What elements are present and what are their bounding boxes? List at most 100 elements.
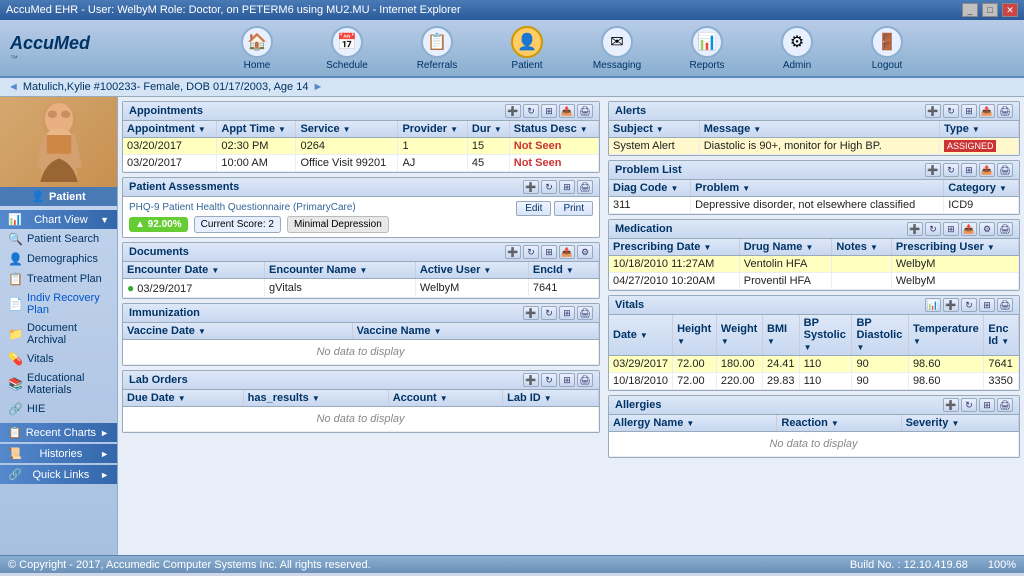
sidebar-item-educational-materials[interactable]: 📚 Educational Materials <box>0 369 117 399</box>
print-button[interactable]: Print <box>554 201 593 216</box>
immun-add-icon[interactable]: ➕ <box>523 306 539 320</box>
med-col-drug[interactable]: Drug Name ▼ <box>739 239 832 256</box>
prob-grid-icon[interactable]: ⊞ <box>961 163 977 177</box>
immun-grid-icon[interactable]: ⊞ <box>559 306 575 320</box>
prob-export-icon[interactable]: 📤 <box>979 163 995 177</box>
appointments-add-icon[interactable]: ➕ <box>505 104 521 118</box>
med-add-icon[interactable]: ➕ <box>907 222 923 236</box>
vitals-col-date[interactable]: Date ▼ <box>609 315 673 356</box>
table-row[interactable]: System Alert Diastolic is 90+, monitor f… <box>609 138 1019 155</box>
lab-col-account[interactable]: Account ▼ <box>388 390 502 407</box>
documents-grid-icon[interactable]: ⊞ <box>541 245 557 259</box>
edit-button[interactable]: Edit <box>516 201 551 216</box>
alert-col-type[interactable]: Type ▼ <box>939 121 1018 138</box>
prob-col-category[interactable]: Category ▼ <box>944 180 1019 197</box>
vitals-col-bps[interactable]: BP Systolic ▼ <box>799 315 852 356</box>
nav-item-reports[interactable]: 📊 Reports <box>672 26 742 71</box>
prob-col-problem[interactable]: Problem ▼ <box>691 180 944 197</box>
vitals-chart-icon[interactable]: 📊 <box>925 298 941 312</box>
immun-print-icon[interactable]: 🖨 <box>577 306 593 320</box>
assessments-print-icon[interactable]: 🖨 <box>577 180 593 194</box>
vitals-col-bpd[interactable]: BP Diastolic ▼ <box>852 315 908 356</box>
appt-col-service[interactable]: Service ▼ <box>296 121 398 138</box>
histories-header[interactable]: 📜 Histories ► <box>0 444 117 463</box>
table-row[interactable]: 03/20/2017 10:00 AM Office Visit 99201 A… <box>123 155 599 172</box>
nav-item-logout[interactable]: 🚪 Logout <box>852 26 922 71</box>
immun-col-name[interactable]: Vaccine Name ▼ <box>352 323 598 340</box>
documents-add-icon[interactable]: ➕ <box>505 245 521 259</box>
allergy-refresh-icon[interactable]: ↻ <box>961 398 977 412</box>
nav-item-schedule[interactable]: 📅 Schedule <box>312 26 382 71</box>
sidebar-item-indiv-recovery-plan[interactable]: 📄 Indiv Recovery Plan <box>0 289 117 319</box>
appointments-refresh-icon[interactable]: ↻ <box>523 104 539 118</box>
assessments-grid-icon[interactable]: ⊞ <box>559 180 575 194</box>
doc-col-date[interactable]: Encounter Date ▼ <box>123 262 265 279</box>
vitals-col-temp[interactable]: Temperature ▼ <box>908 315 983 356</box>
quick-links-header[interactable]: 🔗 Quick Links ► <box>0 465 117 484</box>
nav-arrow-left[interactable]: ◄ <box>8 81 19 93</box>
appt-col-time[interactable]: Appt Time ▼ <box>217 121 296 138</box>
med-refresh-icon[interactable]: ↻ <box>925 222 941 236</box>
recent-charts-header[interactable]: 📋 Recent Charts ► <box>0 423 117 442</box>
lab-col-due[interactable]: Due Date ▼ <box>123 390 243 407</box>
vitals-add-icon[interactable]: ➕ <box>943 298 959 312</box>
med-extra-icon[interactable]: ⚙ <box>979 222 995 236</box>
appointments-grid-icon[interactable]: ⊞ <box>541 104 557 118</box>
lab-print-icon[interactable]: 🖨 <box>577 373 593 387</box>
lab-col-id[interactable]: Lab ID ▼ <box>503 390 599 407</box>
vitals-col-bmi[interactable]: BMI ▼ <box>762 315 799 356</box>
sidebar-item-treatment-plan[interactable]: 📋 Treatment Plan <box>0 269 117 289</box>
prob-add-icon[interactable]: ➕ <box>925 163 941 177</box>
lab-col-results[interactable]: has_results ▼ <box>243 390 388 407</box>
close-button[interactable]: ✕ <box>1002 3 1018 17</box>
alerts-print-icon[interactable]: 🖨 <box>997 104 1013 118</box>
table-row[interactable]: ● 03/29/2017 gVitals WelbyM 7641 <box>123 279 599 298</box>
assessments-refresh-icon[interactable]: ↻ <box>541 180 557 194</box>
sidebar-item-patient-search[interactable]: 🔍 Patient Search <box>0 229 117 249</box>
table-row[interactable]: 10/18/2010 72.00 220.00 29.83 110 90 98.… <box>609 373 1019 390</box>
alert-col-subject[interactable]: Subject ▼ <box>609 121 699 138</box>
minimize-button[interactable]: _ <box>962 3 978 17</box>
appt-col-provider[interactable]: Provider ▼ <box>398 121 467 138</box>
nav-item-messaging[interactable]: ✉ Messaging <box>582 26 652 71</box>
table-row[interactable]: 03/29/2017 72.00 180.00 24.41 110 90 98.… <box>609 356 1019 373</box>
immun-col-date[interactable]: Vaccine Date ▼ <box>123 323 352 340</box>
doc-col-name[interactable]: Encounter Name ▼ <box>265 262 416 279</box>
prob-refresh-icon[interactable]: ↻ <box>943 163 959 177</box>
allergy-add-icon[interactable]: ➕ <box>943 398 959 412</box>
table-row[interactable]: 04/27/2010 10:20AM Proventil HFA WelbyM <box>609 273 1019 290</box>
sidebar-item-document-archival[interactable]: 📁 Document Archival <box>0 319 117 349</box>
med-col-notes[interactable]: Notes ▼ <box>832 239 892 256</box>
immun-refresh-icon[interactable]: ↻ <box>541 306 557 320</box>
appointments-export-icon[interactable]: 📤 <box>559 104 575 118</box>
vitals-print-icon[interactable]: 🖨 <box>997 298 1013 312</box>
nav-item-patient[interactable]: 👤 Patient <box>492 26 562 71</box>
window-controls[interactable]: _ □ ✕ <box>962 3 1018 17</box>
appt-col-date[interactable]: Appointment ▼ <box>123 121 217 138</box>
appt-col-dur[interactable]: Dur ▼ <box>467 121 509 138</box>
vitals-col-weight[interactable]: Weight ▼ <box>716 315 762 356</box>
documents-refresh-icon[interactable]: ↻ <box>523 245 539 259</box>
documents-export-icon[interactable]: 📤 <box>559 245 575 259</box>
lab-refresh-icon[interactable]: ↻ <box>541 373 557 387</box>
maximize-button[interactable]: □ <box>982 3 998 17</box>
allergy-grid-icon[interactable]: ⊞ <box>979 398 995 412</box>
med-export-icon[interactable]: 📤 <box>961 222 977 236</box>
nav-item-home[interactable]: 🏠 Home <box>222 26 292 71</box>
prob-col-code[interactable]: Diag Code ▼ <box>609 180 691 197</box>
med-grid-icon[interactable]: ⊞ <box>943 222 959 236</box>
doc-col-encid[interactable]: EncId ▼ <box>528 262 598 279</box>
allergy-col-severity[interactable]: Severity ▼ <box>901 415 1018 432</box>
sidebar-item-demographics[interactable]: 👤 Demographics <box>0 249 117 269</box>
nav-item-admin[interactable]: ⚙ Admin <box>762 26 832 71</box>
vitals-refresh-icon[interactable]: ↻ <box>961 298 977 312</box>
lab-add-icon[interactable]: ➕ <box>523 373 539 387</box>
alerts-add-icon[interactable]: ➕ <box>925 104 941 118</box>
alerts-export-icon[interactable]: 📤 <box>979 104 995 118</box>
med-col-user[interactable]: Prescribing User ▼ <box>891 239 1018 256</box>
alerts-grid-icon[interactable]: ⊞ <box>961 104 977 118</box>
med-col-date[interactable]: Prescribing Date ▼ <box>609 239 739 256</box>
allergy-print-icon[interactable]: 🖨 <box>997 398 1013 412</box>
allergy-col-reaction[interactable]: Reaction ▼ <box>777 415 901 432</box>
prob-print-icon[interactable]: 🖨 <box>997 163 1013 177</box>
